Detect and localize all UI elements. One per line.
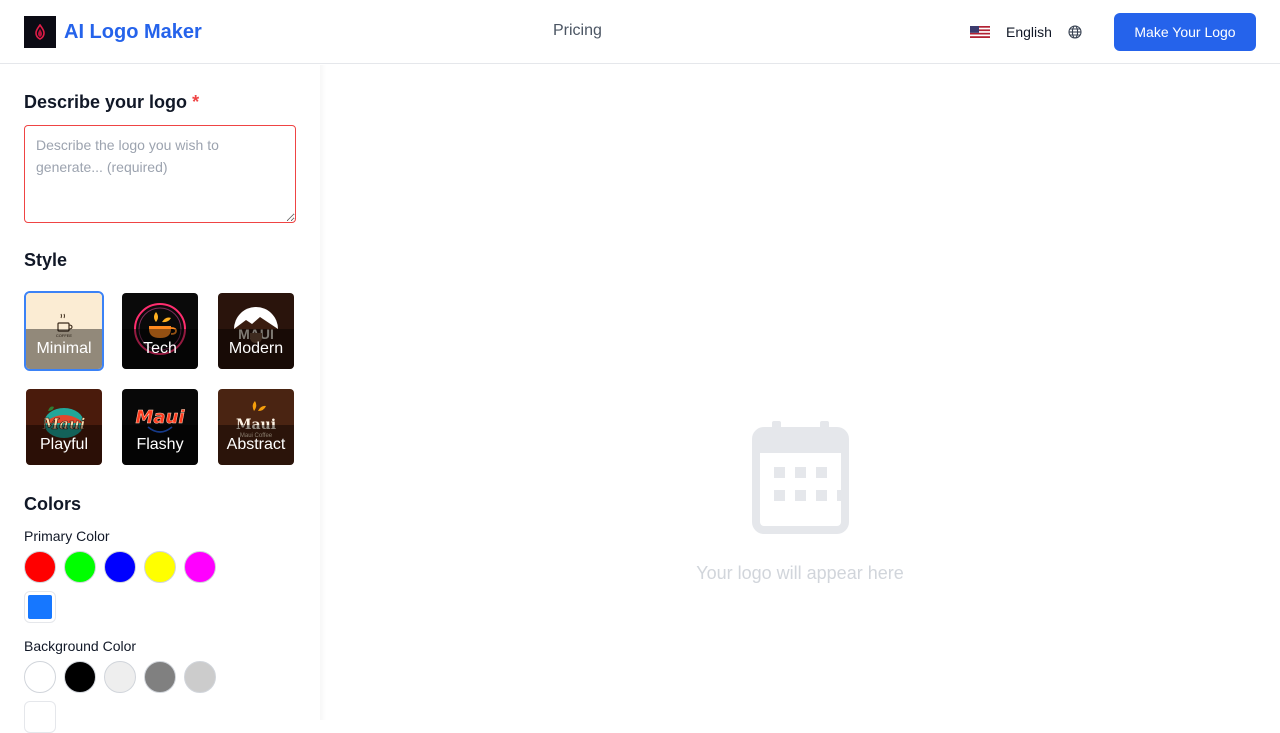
style-option-flashy[interactable]: Maui Flashy (122, 389, 198, 465)
primary-custom-color-preview (28, 595, 52, 619)
required-marker: * (192, 92, 200, 112)
style-label-tech: Tech (122, 329, 198, 369)
background-custom-color-picker[interactable] (24, 701, 56, 733)
style-option-minimal[interactable]: COFFEE Minimal (24, 291, 104, 371)
style-option-playful[interactable]: Maui Playful (26, 389, 102, 465)
logo-description-input[interactable] (24, 125, 296, 223)
sidebar-divider (320, 65, 326, 720)
background-swatch-silver[interactable] (184, 661, 216, 693)
background-swatch-gray[interactable] (144, 661, 176, 693)
background-swatch-light-gray[interactable] (104, 661, 136, 693)
globe-icon (1068, 25, 1082, 39)
style-section-title: Style (24, 250, 68, 270)
colors-section-title: Colors (24, 494, 82, 514)
background-swatch-white[interactable] (24, 661, 56, 693)
nav-pricing-link[interactable]: Pricing (553, 22, 602, 40)
style-label-abstract: Abstract (218, 425, 294, 465)
us-flag-icon (970, 26, 990, 38)
primary-swatch-green[interactable] (64, 551, 96, 583)
background-custom-color-preview (28, 705, 52, 729)
describe-title-text: Describe your logo (24, 92, 188, 112)
style-label-text: Modern (228, 340, 284, 357)
language-selector[interactable]: English (970, 22, 1082, 42)
primary-swatch-yellow[interactable] (144, 551, 176, 583)
primary-swatch-blue[interactable] (104, 551, 136, 583)
describe-section-title: Describe your logo * (24, 92, 199, 113)
style-option-modern[interactable]: MAUI Modern (218, 293, 294, 369)
calendar-icon (752, 421, 849, 534)
make-your-logo-button[interactable]: Make Your Logo (1114, 13, 1256, 51)
style-label-minimal: Minimal (26, 329, 102, 369)
primary-custom-color-picker[interactable] (24, 591, 56, 623)
style-label-text: Tech (143, 340, 177, 357)
background-color-label: Background Color (24, 638, 137, 654)
logo-placeholder-text: Your logo will appear here (696, 563, 904, 583)
background-swatch-black[interactable] (64, 661, 96, 693)
style-label-text: Abstract (226, 436, 286, 453)
brand[interactable]: AI Logo Maker (24, 16, 202, 48)
style-label-text: Flashy (136, 436, 184, 453)
top-navbar: AI Logo Maker Pricing English Make Your … (0, 0, 1280, 64)
primary-color-label: Primary Color (24, 528, 110, 544)
style-label-flashy: Flashy (122, 425, 198, 465)
style-label-playful: Playful (26, 425, 102, 465)
style-option-tech[interactable]: Tech (122, 293, 198, 369)
style-label-modern: Modern (218, 329, 294, 369)
primary-swatch-red[interactable] (24, 551, 56, 583)
brand-name: AI Logo Maker (64, 20, 202, 43)
style-label-text: Playful (39, 436, 89, 453)
style-option-abstract[interactable]: Maui Maui Coffee Abstract (218, 389, 294, 465)
brand-logo-icon (24, 16, 56, 48)
language-label: English (1006, 24, 1052, 40)
primary-swatch-magenta[interactable] (184, 551, 216, 583)
style-label-text: Minimal (36, 340, 92, 357)
